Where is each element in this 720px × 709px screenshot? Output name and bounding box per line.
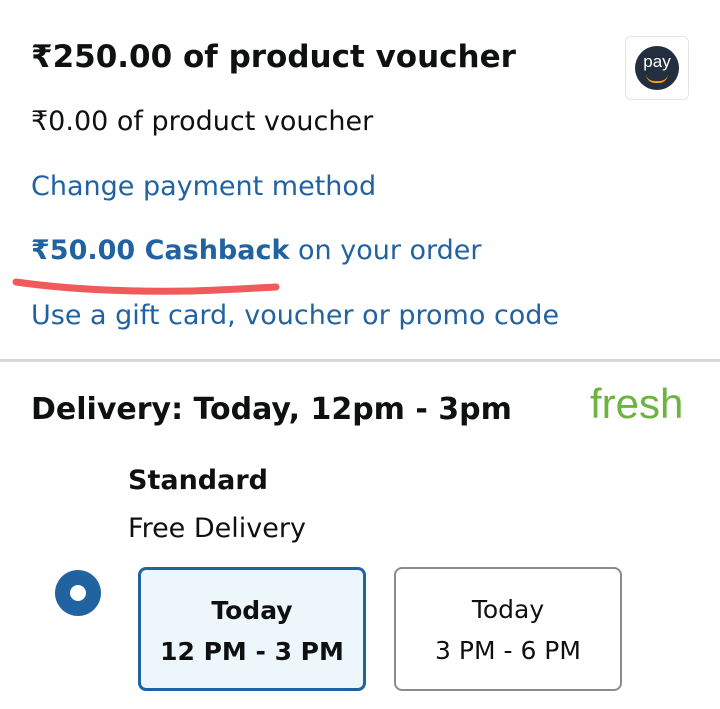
delivery-option-desc: Free Delivery (128, 513, 306, 544)
gift-card-link[interactable]: Use a gift card, voucher or promo code (31, 300, 559, 331)
section-divider (0, 359, 720, 362)
slot-day: Today (211, 596, 293, 625)
slot-today-12-3[interactable]: Today 12 PM - 3 PM (138, 567, 366, 691)
red-underline-annotation (12, 278, 280, 295)
slot-time: 12 PM - 3 PM (160, 637, 344, 666)
pay-logo-text: pay (643, 52, 671, 71)
slot-day: Today (471, 595, 545, 624)
amazon-pay-icon: pay (635, 46, 679, 90)
fresh-logo: fresh (590, 380, 684, 427)
delivery-title: Delivery: Today, 12pm - 3pm (31, 392, 512, 427)
slot-time: 3 PM - 6 PM (435, 636, 581, 665)
voucher-title: ₹250.00 of product voucher (31, 39, 516, 75)
cashback-offer: ₹50.00 Cashback on your order (31, 235, 482, 266)
radio-selected-dot (70, 585, 86, 601)
slot-today-3-6[interactable]: Today 3 PM - 6 PM (394, 567, 622, 691)
change-payment-link[interactable]: Change payment method (31, 171, 376, 202)
amazon-pay-badge: pay (625, 36, 689, 100)
cashback-amount: ₹50.00 Cashback (31, 235, 290, 266)
amazon-smile-icon (646, 74, 668, 83)
voucher-balance: ₹0.00 of product voucher (31, 106, 374, 137)
standard-delivery-radio[interactable] (55, 570, 101, 616)
cashback-text: on your order (289, 235, 482, 266)
delivery-option-name: Standard (128, 465, 268, 496)
